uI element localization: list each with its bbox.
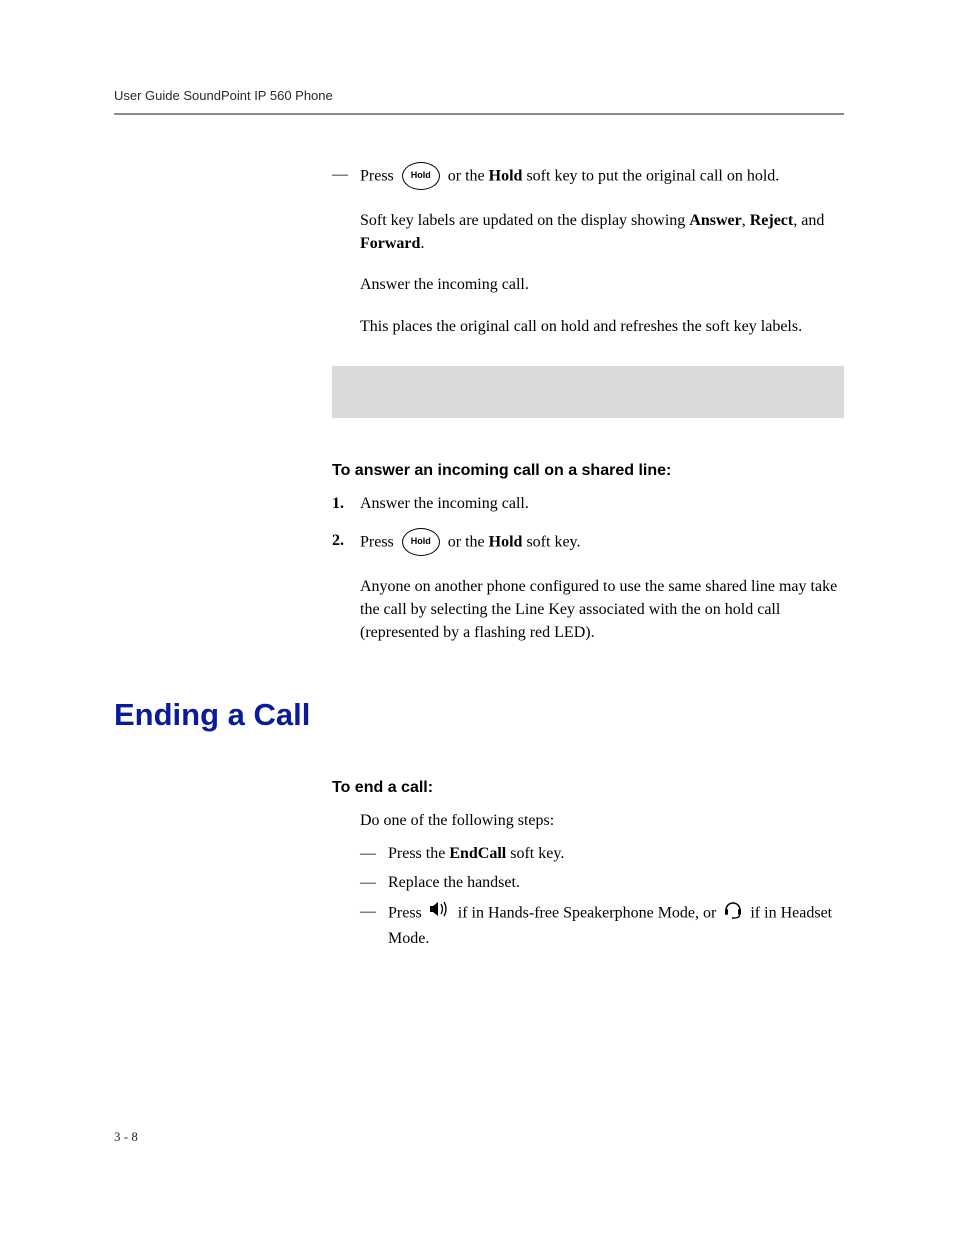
headset-icon (723, 899, 743, 926)
bold-reject: Reject (750, 212, 794, 229)
end-call-bullets: Press the EndCall soft key. Replace the … (360, 842, 844, 951)
body-column-2: To end a call: Do one of the following s… (332, 779, 844, 951)
text: , and (793, 212, 824, 229)
end-call-intro: Do one of the following steps: (332, 809, 844, 832)
text: soft key to put the original call on hol… (526, 168, 779, 185)
bold-hold: Hold (489, 168, 523, 185)
text: soft key. (510, 845, 564, 862)
shared-line-para: Anyone on another phone configured to us… (360, 575, 844, 645)
bold-answer: Answer (689, 212, 741, 229)
hold-bullet: Press Hold or the Hold soft key to put t… (332, 163, 844, 338)
text: or the (448, 168, 489, 185)
header-rule (114, 113, 844, 115)
step-text: Answer the incoming call. (360, 495, 529, 512)
step-number: 1. (332, 492, 344, 515)
page-number: 3 - 8 (114, 1129, 138, 1145)
bold-hold: Hold (489, 534, 523, 551)
bold-endcall: EndCall (449, 845, 506, 862)
body-column: Press Hold or the Hold soft key to put t… (332, 163, 844, 645)
bold-forward: Forward (360, 235, 420, 252)
text: , (742, 212, 750, 229)
hold-button-icon: Hold (402, 528, 440, 556)
end-call-heading: To end a call: (332, 779, 844, 797)
section-title-ending-call: Ending a Call (114, 697, 844, 733)
answer-para: Answer the incoming call. (360, 273, 844, 296)
step-1: 1. Answer the incoming call. (332, 492, 844, 515)
hold-bullet-list: Press Hold or the Hold soft key to put t… (332, 163, 844, 338)
running-head: User Guide SoundPoint IP 560 Phone (114, 88, 844, 103)
text: or the (448, 534, 489, 551)
end-bullet-1: Press the EndCall soft key. (360, 842, 844, 865)
shared-line-steps: 1. Answer the incoming call. 2. Press Ho… (332, 492, 844, 645)
hold-button-icon: Hold (402, 162, 440, 190)
step-number: 2. (332, 529, 344, 552)
step-2: 2. Press Hold or the Hold soft key. Anyo… (332, 529, 844, 645)
text: Press (388, 904, 426, 921)
text: Soft key labels are updated on the displ… (360, 212, 689, 229)
note-placeholder (332, 366, 844, 418)
softkey-para: Soft key labels are updated on the displ… (360, 209, 844, 255)
end-bullet-3: Press if in Hands-free Speakerphone Mode… (360, 900, 844, 950)
shared-line-heading: To answer an incoming call on a shared l… (332, 462, 844, 480)
text: Press (360, 168, 398, 185)
places-para: This places the original call on hold an… (360, 315, 844, 338)
end-bullet-2: Replace the handset. (360, 871, 844, 894)
text: Press (360, 534, 398, 551)
text: Press the (388, 845, 449, 862)
speakerphone-icon (429, 900, 451, 925)
text: soft key. (526, 534, 580, 551)
text: . (420, 235, 424, 252)
text: if in Hands-free Speakerphone Mode, or (458, 904, 721, 921)
